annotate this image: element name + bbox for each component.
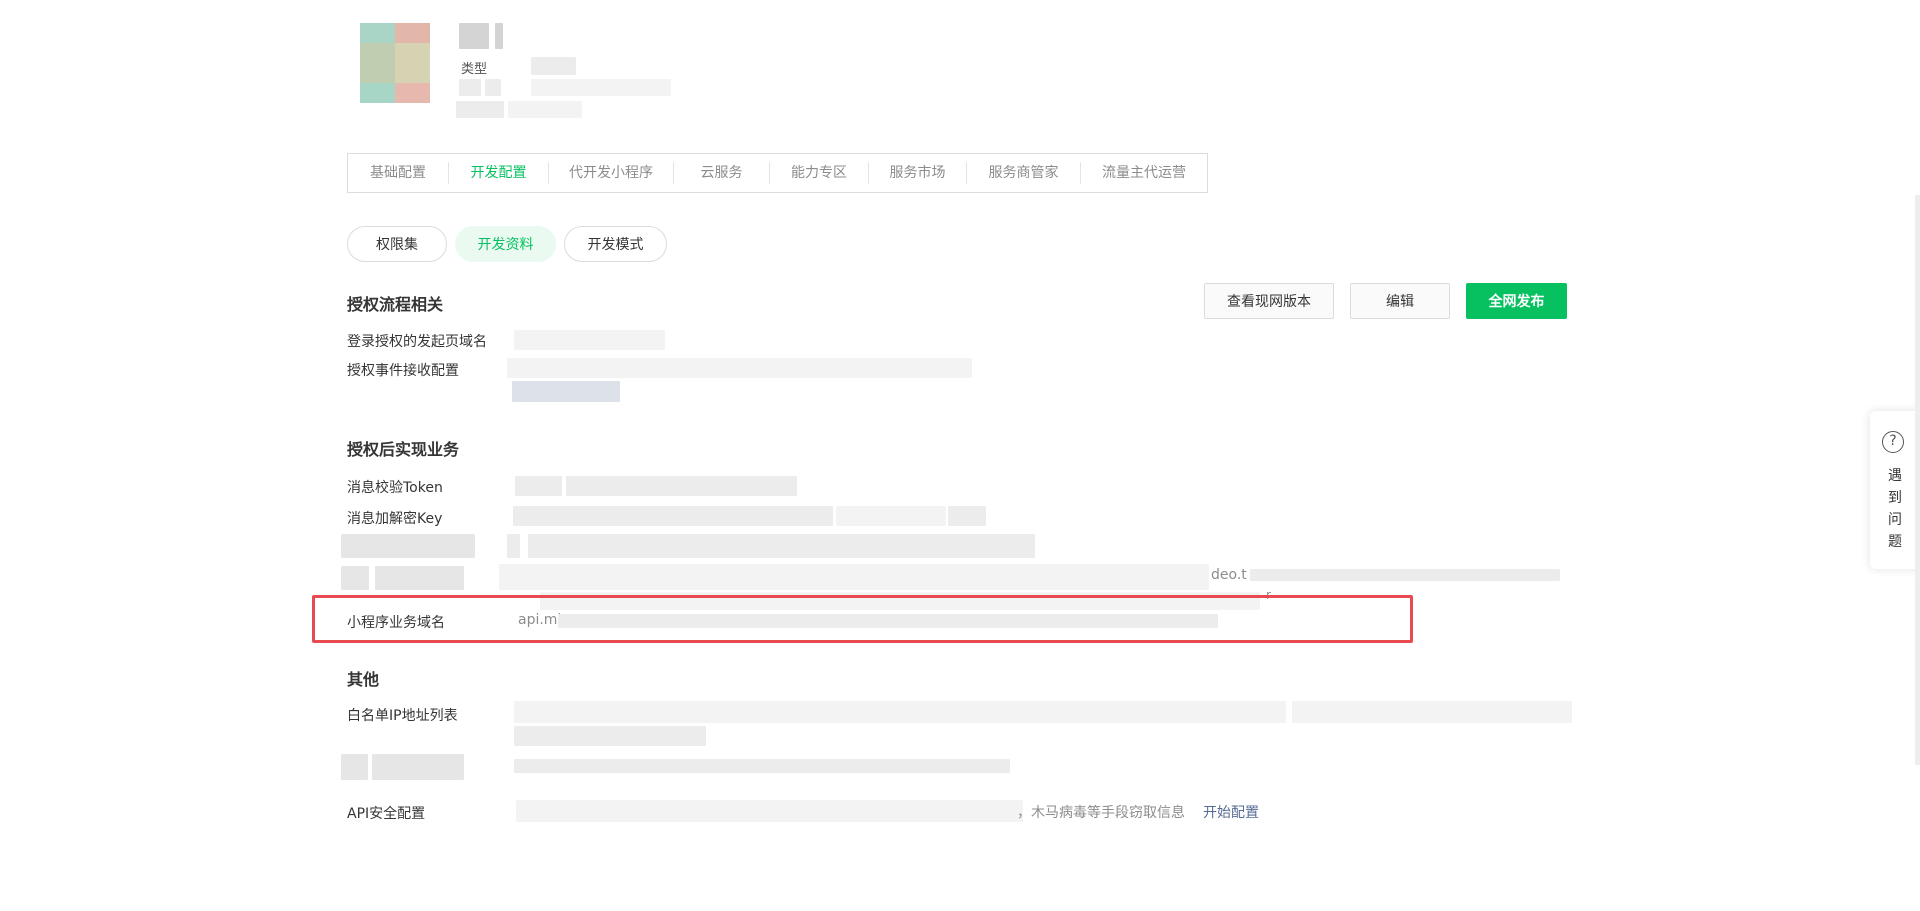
row-label-redacted: [341, 534, 475, 558]
question-icon: ?: [1882, 431, 1904, 453]
event-config-redacted: [512, 381, 620, 402]
row-label-redacted: [372, 754, 464, 780]
subtab-dev-info[interactable]: 开发资料: [455, 226, 556, 262]
row-value-redacted: [514, 759, 1010, 773]
event-config-redacted: [507, 358, 972, 378]
tab-traffic-operation[interactable]: 流量主代运营: [1081, 162, 1207, 184]
section-title-post-auth: 授权后实现业务: [347, 440, 460, 459]
app-name-redacted: [459, 23, 489, 49]
tab-cloud-service[interactable]: 云服务: [674, 162, 770, 184]
type-value-redacted: [531, 57, 576, 75]
section-title-auth-flow: 授权流程相关: [347, 295, 444, 314]
edit-button[interactable]: 编辑: [1350, 283, 1450, 319]
token-redacted: [515, 476, 562, 496]
api-security-text: ，木马病毒等手段窃取信息: [1017, 805, 1185, 821]
key-redacted: [948, 506, 986, 526]
app-name-redacted: [495, 23, 503, 49]
info-redacted: [531, 79, 671, 96]
help-text-content: 遇到问题: [1888, 468, 1902, 550]
whitelist-label: 白名单IP地址列表: [347, 708, 458, 724]
tab-capability-zone[interactable]: 能力专区: [770, 162, 869, 184]
publish-button[interactable]: 全网发布: [1466, 283, 1567, 319]
scrollbar[interactable]: [1915, 195, 1920, 765]
main-tabs: 基础配置 开发配置 代开发小程序 云服务 能力专区 服务市场 服务商管家 流量主…: [347, 153, 1208, 193]
api-security-label: API安全配置: [347, 806, 426, 822]
key-redacted: [513, 506, 833, 526]
row-value-redacted: [528, 534, 1035, 558]
subtab-permissions[interactable]: 权限集: [347, 226, 447, 262]
start-config-link[interactable]: 开始配置: [1203, 802, 1259, 822]
partial-domain-text: deo.t: [1211, 567, 1247, 583]
row-label-redacted: [341, 754, 368, 780]
subtab-dev-mode[interactable]: 开发模式: [564, 226, 667, 262]
page: 类型 基础配置 开发配置 代开发小程序 云服务 能力专区 服务市场 服务商管家 …: [0, 0, 1920, 911]
type-label: 类型: [461, 62, 488, 77]
help-widget[interactable]: ? 遇到问题: [1870, 411, 1920, 569]
whitelist-redacted: [1292, 701, 1572, 723]
login-domain-redacted: [514, 330, 665, 350]
api-security-redacted: [516, 800, 1023, 822]
row-value-redacted: [499, 564, 1209, 590]
info-redacted: [508, 101, 582, 118]
tab-service-market[interactable]: 服务市场: [869, 162, 967, 184]
whitelist-redacted: [514, 726, 706, 746]
row-value-redacted: [507, 534, 520, 558]
info-redacted: [459, 79, 481, 96]
app-avatar: [360, 23, 430, 103]
row-value-redacted: [1250, 569, 1560, 581]
whitelist-redacted: [514, 701, 1286, 723]
info-redacted: [485, 79, 501, 96]
info-redacted: [456, 101, 504, 118]
miniapp-domain-value: api.mi: [518, 612, 562, 628]
view-live-version-button[interactable]: 查看现网版本: [1204, 283, 1334, 319]
tab-service-manager[interactable]: 服务商管家: [967, 162, 1081, 184]
tab-basic-config[interactable]: 基础配置: [348, 162, 449, 184]
key-label: 消息加解密Key: [347, 511, 443, 527]
login-domain-label: 登录授权的发起页域名: [347, 334, 487, 350]
token-label: 消息校验Token: [347, 480, 443, 496]
key-redacted: [836, 506, 946, 526]
row-label-redacted: [375, 566, 464, 590]
row-label-redacted: [341, 566, 369, 590]
section-title-other: 其他: [347, 670, 380, 689]
miniapp-domain-redacted: [558, 614, 1218, 628]
tab-dev-config[interactable]: 开发配置: [449, 162, 549, 184]
miniapp-domain-label: 小程序业务域名: [347, 615, 445, 631]
event-config-label: 授权事件接收配置: [347, 363, 459, 379]
tab-proxy-miniprogram[interactable]: 代开发小程序: [549, 162, 674, 184]
token-redacted: [566, 476, 797, 496]
help-text: 遇到问题: [1870, 465, 1920, 553]
